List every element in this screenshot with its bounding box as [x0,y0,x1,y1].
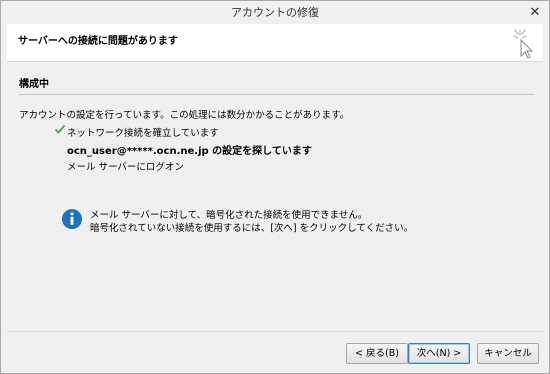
check-icon [54,124,66,134]
wizard-cursor-icon [513,29,534,59]
info-message: メール サーバーに対して、暗号化された接続を使用できません。 暗号化されていない… [90,209,413,235]
info-line-1: メール サーバーに対して、暗号化された接続を使用できません。 [90,210,368,221]
cancel-button[interactable]: キャンセル [477,343,539,364]
next-button[interactable]: 次へ(N) > [408,343,470,364]
step-searching-settings: ocn_user@*****.ocn.ne.jp の設定を探しています [67,146,312,157]
section-divider [19,94,534,95]
title-bar: アカウントの修復 ✕ [1,1,549,24]
step-logon: メール サーバーにログオン [67,162,184,173]
intro-text: アカウントの設定を行っています。この処理には数分かかることがあります。 [19,110,350,121]
close-button[interactable]: ✕ [527,5,543,21]
step-network: ネットワーク接続を確立しています [67,128,219,139]
content-area: 構成中 アカウントの設定を行っています。この処理には数分かかることがあります。 … [7,63,543,331]
account-repair-dialog: アカウントの修復 ✕ サーバーへの接続に問題があります 構成中 アカウントの設定… [0,0,550,374]
header-heading: サーバーへの接続に問題があります [18,36,178,47]
info-line-2: 暗号化されていない接続を使用するには、[次へ] をクリックしてください。 [90,223,414,234]
info-icon [62,209,82,229]
footer-divider [7,331,543,332]
header-band: サーバーへの接続に問題があります [7,24,543,62]
section-title: 構成中 [19,79,49,90]
back-button[interactable]: < 戻る(B) [346,343,408,364]
window-title: アカウントの修復 [231,6,319,19]
